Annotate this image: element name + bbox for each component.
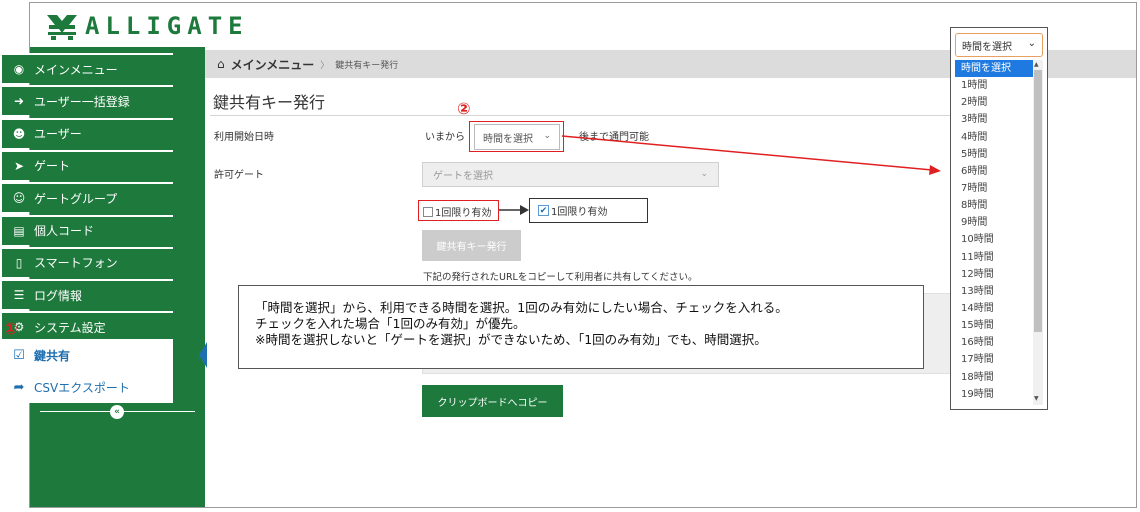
copy-to-clipboard-button[interactable]: クリップボードへコピー <box>422 385 563 417</box>
share-arrow-icon: ➦ <box>13 379 25 395</box>
once-checkbox[interactable] <box>423 206 433 217</box>
sidebar-item-label: ログ情報 <box>34 288 83 303</box>
card-icon: ▤ <box>13 223 25 238</box>
sidebar-item-6[interactable]: ▤ 個人コード <box>2 214 173 245</box>
mobile-icon: ▯ <box>15 255 23 270</box>
logo: ALLIGATE <box>45 9 249 43</box>
dropdown-option[interactable]: 16時間 <box>955 334 1033 351</box>
dropdown-option[interactable]: 6時間 <box>955 163 1033 180</box>
chevron-down-icon: ⌄ <box>1027 38 1036 49</box>
dropdown-option[interactable]: 19時間 <box>955 386 1033 403</box>
dropdown-option[interactable]: 2時間 <box>955 94 1033 111</box>
marker-1: ① <box>4 319 18 338</box>
dropdown-option[interactable]: 9時間 <box>955 214 1033 231</box>
sidebar-item-label: 個人コード <box>34 224 95 238</box>
sidebar-item-label: ユーザー一括登録 <box>34 94 130 109</box>
issue-key-button[interactable]: 鍵共有キー発行 <box>422 230 521 261</box>
pointer-arrow <box>561 135 941 175</box>
sidebar-item-label: ゲート <box>34 159 71 174</box>
users-icon: ☺ <box>12 191 26 206</box>
sidebar <box>30 47 205 507</box>
dropdown-option[interactable]: 12時間 <box>955 266 1033 283</box>
checked-example-label: 1回限り有効 <box>551 207 608 218</box>
list-icon: ☰ <box>13 288 25 303</box>
dropdown-option[interactable]: 7時間 <box>955 180 1033 197</box>
screenshot-stage: ALLIGATE ◉ メインメニュー ➜ ユーザー一括登録 ☻ ユーザー ➤ ゲート ☺ ゲートグ… <box>0 0 1140 512</box>
dropdown-option[interactable]: 15時間 <box>955 317 1033 334</box>
dropdown-option[interactable]: 8時間 <box>955 197 1033 214</box>
dropdown-option[interactable]: 3時間 <box>955 111 1033 128</box>
share-icon: ➜ <box>13 94 25 109</box>
sign-in-icon: ➤ <box>13 158 25 173</box>
sidebar-item-label: メインメニュー <box>34 62 118 77</box>
check-square-icon: ☑ <box>13 347 25 363</box>
sidebar-item-3[interactable]: ☻ ユーザー <box>2 117 173 148</box>
dropdown-value: 時間を選択 <box>962 41 1012 53</box>
sidebar-item-7[interactable]: ▯ スマートフォン <box>2 246 173 277</box>
breadcrumb-current: 鍵共有キー発行 <box>335 60 399 71</box>
scroll-down-icon[interactable]: ▼ <box>1034 395 1039 402</box>
sidebar-item-label: ユーザー <box>34 127 82 142</box>
callout-line-3: ※時間を選択しないと「ゲートを選択」ができないため、「1回のみ有効」でも、時間選… <box>255 332 767 347</box>
dropdown-option[interactable]: 13時間 <box>955 283 1033 300</box>
from-now-label: いまから <box>425 132 465 143</box>
sidebar-item-1[interactable]: ◉ メインメニュー <box>2 53 173 83</box>
sidebar-subitem-label: 鍵共有 <box>34 348 71 363</box>
annotation-callout: 「時間を選択」から、利用できる時間を選択。1回のみ有効にしたい場合、チェックを入… <box>238 285 924 369</box>
highlight-time-select <box>469 121 564 152</box>
marker-2: ② <box>457 99 471 118</box>
active-indicator <box>199 342 207 368</box>
dropdown-options: 時間を選択 1時間 2時間 3時間 4時間 5時間 6時間 7時間 8時間 9時間 10時間 11時間… <box>955 60 1033 405</box>
breadcrumb-home[interactable]: メインメニュー <box>231 56 315 73</box>
sidebar-item-2[interactable]: ➜ ユーザー一括登録 <box>2 85 173 116</box>
sidebar-item-label: システム設定 <box>34 320 106 335</box>
home-icon[interactable]: ⌂ <box>217 57 225 71</box>
sidebar-item-5[interactable]: ☺ ゲートグループ <box>2 182 173 213</box>
checked-example-row: ✔ 1回限り有効 <box>538 203 607 218</box>
checkmark-icon: ✔ <box>538 205 549 216</box>
gate-label: 許可ゲート <box>214 170 264 181</box>
dropdown-option[interactable]: 4時間 <box>955 129 1033 146</box>
dropdown-option[interactable]: 17時間 <box>955 351 1033 368</box>
sidebar-item-9[interactable]: ⚙ システム設定 <box>2 311 173 342</box>
dropdown-select[interactable]: 時間を選択 ⌄ <box>955 33 1043 57</box>
sidebar-item-4[interactable]: ➤ ゲート <box>2 149 173 180</box>
title-divider <box>210 115 950 116</box>
collapse-sidebar-button[interactable]: « <box>110 405 124 419</box>
palette-icon: ◉ <box>13 62 25 76</box>
dropdown-option[interactable]: 1時間 <box>955 77 1033 94</box>
user-icon: ☻ <box>12 126 26 141</box>
sidebar-subitem-label: CSVエクスポート <box>34 380 130 395</box>
dropdown-option[interactable]: 11時間 <box>955 249 1033 266</box>
dropdown-option[interactable]: 10時間 <box>955 231 1033 248</box>
scroll-up-icon[interactable]: ▲ <box>1034 61 1039 68</box>
example-arrow <box>499 205 529 215</box>
sidebar-item-8[interactable]: ☰ ログ情報 <box>2 279 173 310</box>
breadcrumb-separator: 〉 <box>320 60 330 71</box>
sidebar-item-label: スマートフォン <box>34 256 118 271</box>
page-title: 鍵共有キー発行 <box>213 93 326 112</box>
dropdown-option[interactable]: 5時間 <box>955 146 1033 163</box>
dropdown-option[interactable]: 時間を選択 <box>955 60 1033 78</box>
dropdown-option[interactable]: 18時間 <box>955 369 1033 386</box>
once-checkbox-label: 1回限り有効 <box>435 208 492 219</box>
gate-select-placeholder: ゲートを選択 <box>433 171 493 182</box>
start-time-label: 利用開始日時 <box>214 132 274 143</box>
sidebar-subitem-2[interactable]: ➦ CSVエクスポート <box>2 371 173 403</box>
dropdown-option[interactable]: 14時間 <box>955 300 1033 317</box>
scrollbar-thumb[interactable] <box>1034 70 1042 332</box>
copy-instruction: 下記の発行されたURLをコピーして利用者に共有してください。 <box>423 272 698 283</box>
sidebar-subitem-1[interactable]: ☑ 鍵共有 <box>2 339 173 371</box>
callout-line-1: 「時間を選択」から、利用できる時間を選択。1回のみ有効にしたい場合、チェックを入… <box>255 300 788 315</box>
alligator-logo-icon <box>47 15 77 40</box>
logo-text: ALLIGATE <box>85 12 249 40</box>
sidebar-item-label: ゲートグループ <box>34 191 118 206</box>
once-checkbox-row[interactable]: 1回限り有効 <box>423 204 491 219</box>
callout-line-2: チェックを入れた場合「1回のみ有効」が優先。 <box>255 316 526 331</box>
